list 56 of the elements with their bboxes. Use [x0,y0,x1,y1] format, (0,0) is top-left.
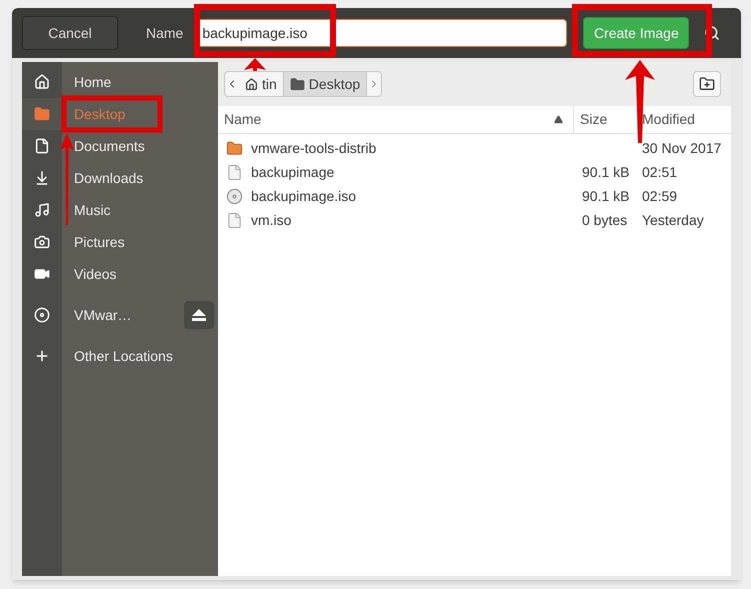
sidebar-item[interactable]: Pictures [22,226,218,258]
path-crumb[interactable]: Desktop [284,72,368,96]
new-folder-button[interactable] [693,71,721,97]
sidebar-item[interactable]: Videos [22,258,218,290]
file-name: backupimage [251,162,334,182]
folder-icon [34,106,50,122]
name-field[interactable]: backupimage.iso [197,19,568,47]
file-name: vm.iso [251,210,292,230]
file-modified: 30 Nov 2017 [642,140,722,156]
sidebar-item[interactable]: Downloads [22,162,218,194]
disc-icon [226,188,243,204]
file-size: 90.1 kB [582,188,630,204]
disc-icon [34,307,50,323]
arrow [244,58,266,71]
sidebar-label: Home [74,72,112,92]
folder-plus-icon [699,76,715,92]
file-size: 90.1 kB [582,164,630,180]
file-icon [226,212,243,228]
home-icon [245,78,258,90]
home-icon [34,74,50,90]
cancel-button[interactable]: Cancel [22,16,118,50]
sidebar-label: Videos [74,264,118,284]
document-icon [34,138,50,154]
sidebar-item[interactable]: Music [22,194,218,226]
file-name: backupimage.iso [251,186,356,206]
sidebar-label: Documents [74,136,146,156]
search-icon [704,25,720,41]
column-header[interactable]: Modified [636,106,731,133]
sidebar-label: Other Locations [74,346,174,366]
sidebar-item[interactable]: Home [22,66,218,98]
file-modified: 02:51 [642,164,678,180]
sidebar-label: VMwar… [74,306,133,324]
folder-icon [290,76,305,92]
eject-button[interactable] [184,301,214,329]
sidebar-label: Desktop [74,104,126,124]
download-icon [34,170,50,186]
file-name: vmware-tools-distrib [251,138,376,158]
sidebar-item[interactable]: Other Locations [22,340,218,372]
sidebar-item[interactable]: VMwar… [22,299,218,331]
file-modified: 02:59 [642,188,678,204]
sidebar-label: Pictures [74,232,126,252]
camera-icon [34,234,50,250]
sort-arrow-icon [554,115,563,124]
folder-icon [226,140,243,156]
column-header[interactable]: Name [218,106,574,133]
sidebar-item[interactable]: Documents [22,130,218,162]
eject-icon [192,309,206,321]
file-modified: Yesterday [642,212,704,228]
file-icon [226,164,243,180]
sidebar-label: Downloads [74,168,144,188]
column-header[interactable]: Size [574,106,636,133]
music-icon [34,202,50,218]
file-size: 0 bytes [582,212,628,228]
name-label: Name [146,24,184,42]
plus-icon [34,348,50,364]
sidebar-label: Music [74,200,112,220]
